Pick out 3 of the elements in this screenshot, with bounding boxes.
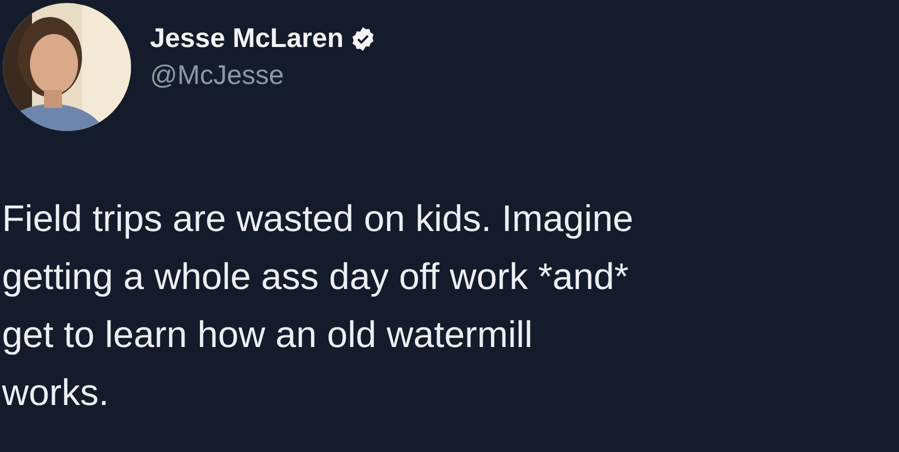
author-handle[interactable]: @McJesse	[150, 60, 376, 91]
tweet-text: Field trips are wasted on kids. Imagine getting a whole ass day off work *and* get to learn how an old watermill works.	[2, 197, 634, 415]
author-name[interactable]: Jesse McLaren	[150, 23, 344, 54]
